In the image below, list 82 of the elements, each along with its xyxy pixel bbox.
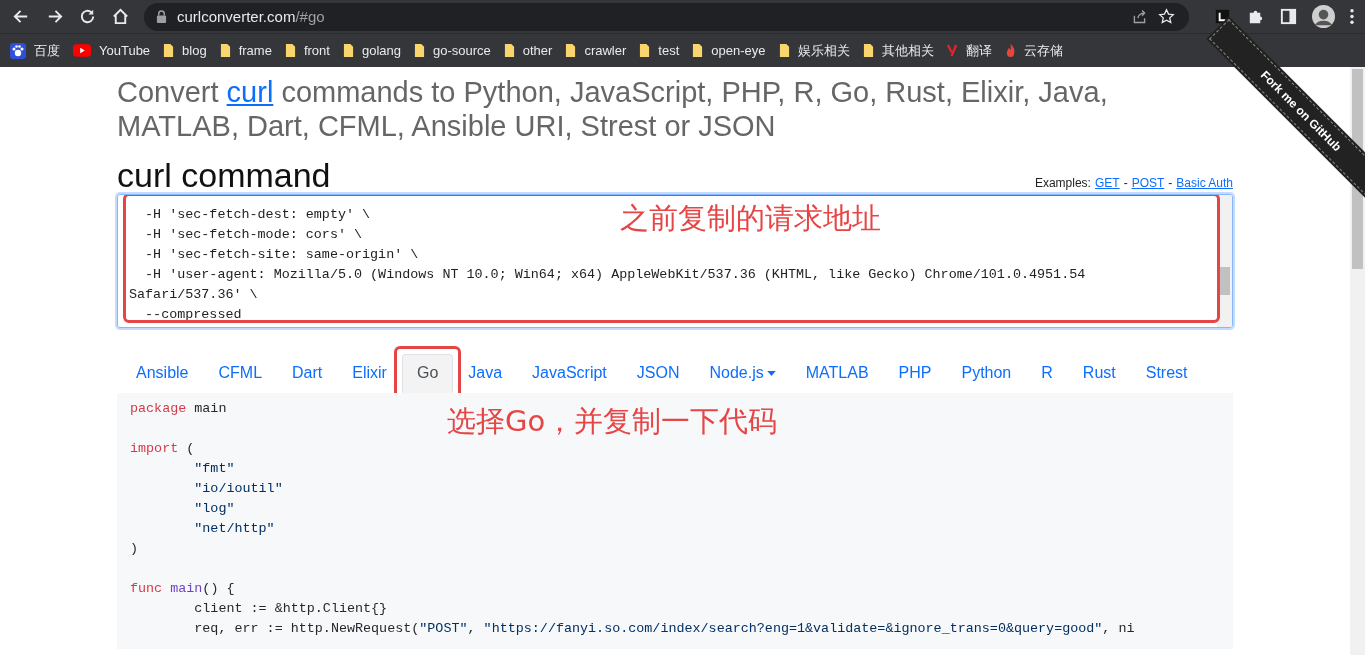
language-tab[interactable]: Python (946, 354, 1027, 393)
folder-icon (862, 43, 874, 58)
page-scrollbar[interactable] (1350, 67, 1365, 655)
code-line: client := &http.Client{} (193, 600, 389, 618)
bookmark[interactable]: crawler (565, 43, 627, 58)
bookmark[interactable]: blog (163, 43, 207, 58)
curl-command-line: -H 'user-agent: Mozilla/5.0 (Windows NT 10.0; Win64; x64) AppleWebKit/537.36 (KHTML, like Gecko) Chrome/101.0.4951.54 Safari/537.36' \ (129, 266, 1087, 304)
folder-icon (219, 43, 231, 58)
page-heading: Convert curl commands to Python, JavaScript, PHP, R, Go, Rust, Elixir, Java, MATLAB, Dart, CFML, Ansible URI, Strest or JSON (117, 75, 1109, 143)
code-line: import ( (130, 440, 196, 458)
example-link[interactable]: POST (1131, 176, 1165, 190)
extension-icon[interactable] (1213, 7, 1232, 26)
code-line: req, err := http.NewRequest("POST", "https://fanyi.so.com/index/search?eng=1&validate=&ignore_trans=0&query=good", ni (193, 620, 1136, 638)
bookmark[interactable]: go-source (413, 43, 491, 58)
examples-label: Examples: (1034, 176, 1091, 190)
language-tab[interactable]: JSON (621, 354, 695, 393)
folder-icon (778, 43, 790, 58)
share-icon[interactable] (1131, 8, 1148, 25)
language-tab[interactable]: Ansible (121, 354, 204, 393)
language-tab[interactable]: Rust (1067, 354, 1131, 393)
language-tab[interactable]: Strest (1130, 354, 1203, 393)
paw-icon (10, 42, 26, 59)
bookmark[interactable]: 翻译 (946, 41, 992, 60)
play-icon (73, 44, 91, 57)
language-tab[interactable]: Node.js (694, 354, 791, 393)
curl-command-line: -H 'sec-fetch-mode: cors' \ (144, 226, 363, 244)
star-icon[interactable] (1158, 8, 1175, 25)
caret-icon (766, 370, 776, 376)
annotation-text: 之前复制的请求地址 (620, 200, 881, 237)
language-tab[interactable]: R (1026, 354, 1068, 393)
separator: - (1168, 176, 1173, 190)
language-tab[interactable]: Go (401, 354, 454, 393)
language-tab[interactable]: Elixir (337, 354, 402, 393)
curl-command-line: -H 'sec-fetch-site: same-origin' \ (144, 246, 419, 264)
bookmark[interactable]: golang (342, 43, 401, 58)
address-bar[interactable]: curlconverter.com/#go (144, 2, 1189, 31)
separator: - (1123, 176, 1128, 190)
curl-link[interactable]: curl (226, 76, 274, 108)
language-tab[interactable]: Dart (277, 354, 338, 393)
bookmark[interactable]: other (503, 43, 553, 58)
y-icon (946, 43, 958, 58)
example-link[interactable]: GET (1094, 176, 1120, 190)
example-link[interactable]: Basic Auth (1176, 176, 1233, 190)
folder-icon (565, 43, 577, 58)
folder-icon (413, 43, 425, 58)
section-title: curl command (117, 157, 331, 193)
avatar-icon[interactable] (1312, 5, 1335, 28)
bookmark[interactable]: test (639, 43, 680, 58)
menu-icon[interactable] (1349, 7, 1355, 26)
home-icon[interactable] (111, 7, 130, 26)
bookmark[interactable]: YouTube (73, 43, 151, 58)
bookmark[interactable]: 其他相关 (862, 41, 934, 60)
folder-icon (503, 43, 515, 58)
folder-icon (163, 43, 175, 58)
folder-icon (639, 43, 651, 58)
curl-command-line: -H 'sec-fetch-dest: empty' \ (144, 206, 371, 224)
bookmark[interactable]: 百度 (10, 41, 60, 60)
code-line: "log" (193, 500, 236, 518)
bookmark[interactable]: front (284, 43, 330, 58)
language-tab[interactable]: PHP (883, 354, 947, 393)
code-line: "fmt" (193, 460, 236, 478)
bookmark[interactable]: 娱乐相关 (778, 41, 850, 60)
curl-command-line: --compressed (144, 306, 242, 324)
language-tab[interactable]: CFML (203, 354, 278, 393)
language-tab[interactable]: Java (453, 354, 518, 393)
code-line: ) (130, 540, 140, 558)
flame-icon (1004, 43, 1016, 58)
folder-icon (284, 43, 296, 58)
code-line: package main (130, 400, 228, 418)
lock-icon (156, 10, 167, 23)
side-panel-icon[interactable] (1279, 7, 1298, 26)
code-line: func main() { (130, 580, 236, 598)
bookmark[interactable]: 云存储 (1004, 41, 1063, 60)
language-tab[interactable]: MATLAB (790, 354, 884, 393)
folder-icon (342, 43, 354, 58)
code-line: "io/ioutil" (193, 480, 284, 498)
bookmark[interactable]: open-eye (692, 43, 766, 58)
language-tab[interactable]: JavaScript (517, 354, 622, 393)
code-line: "net/http" (193, 520, 276, 538)
reload-icon[interactable] (78, 7, 97, 26)
folder-icon (692, 43, 704, 58)
bookmark[interactable]: frame (219, 43, 272, 58)
